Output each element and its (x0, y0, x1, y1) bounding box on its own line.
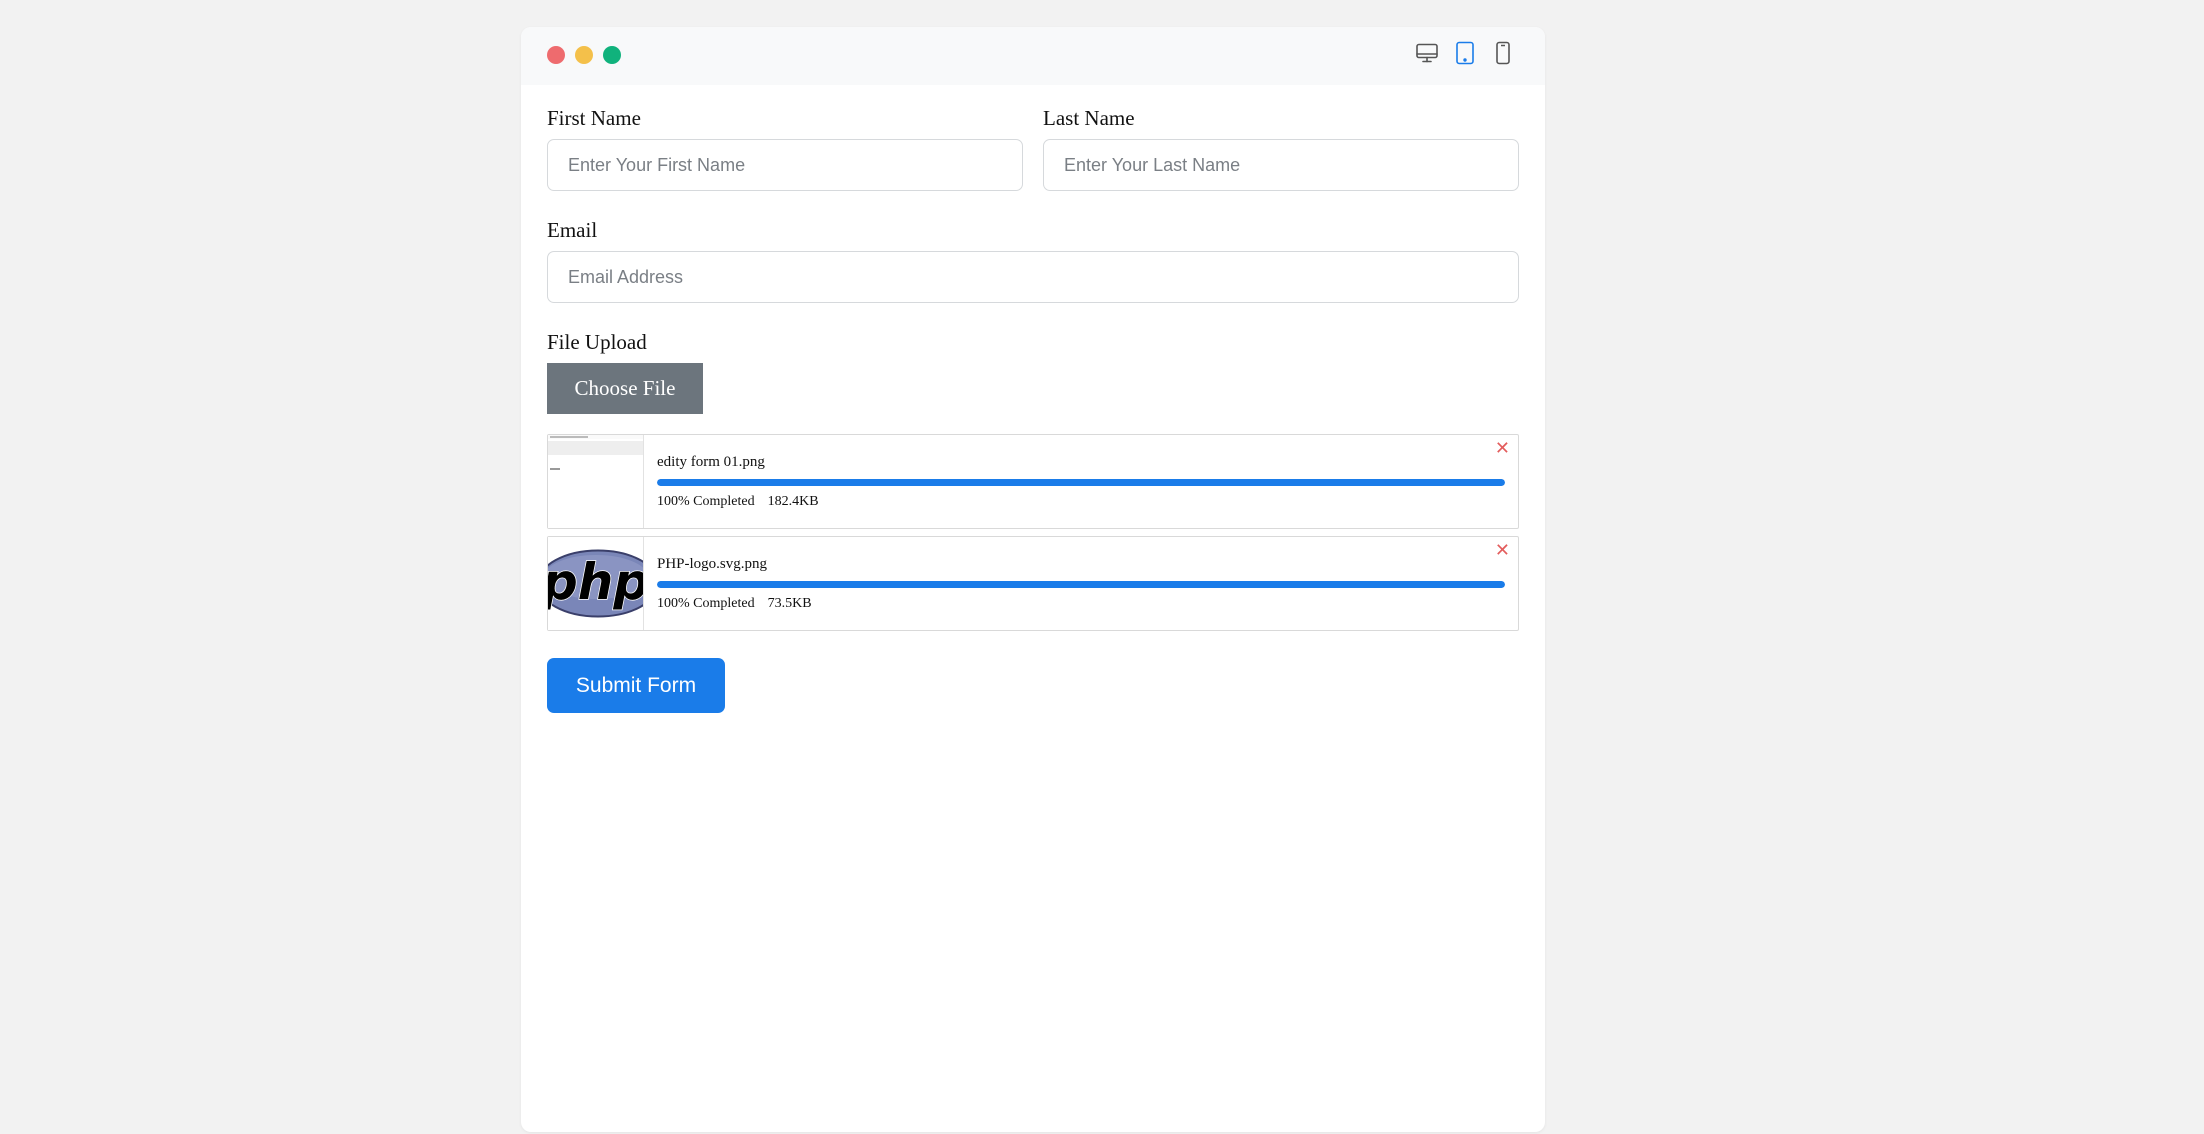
php-logo-thumbnail: php (548, 537, 644, 630)
upload-progress-bar (657, 479, 1505, 486)
submit-form-button[interactable]: Submit Form (547, 658, 725, 713)
upload-status: 100% Completed (657, 596, 755, 611)
remove-file-icon[interactable]: ✕ (1495, 541, 1510, 561)
mobile-icon[interactable] (1491, 41, 1515, 65)
name-row: First Name Last Name (547, 105, 1519, 191)
file-item: edity form 01.png 100% Completed 182.4KB … (547, 434, 1519, 529)
minimize-window-dot[interactable] (575, 46, 593, 64)
first-name-input[interactable] (547, 139, 1023, 191)
uploaded-files-list: edity form 01.png 100% Completed 182.4KB … (547, 434, 1519, 631)
file-upload-group: File Upload Choose File (547, 329, 1519, 414)
upload-progress-bar (657, 581, 1505, 588)
last-name-group: Last Name (1043, 105, 1519, 191)
device-view-switcher (1415, 41, 1515, 65)
file-upload-label: File Upload (547, 330, 647, 354)
file-size: 73.5KB (767, 596, 812, 611)
browser-window: First Name Last Name Email File Upload C… (521, 27, 1545, 1132)
window-titlebar (521, 27, 1545, 85)
file-name: edity form 01.png (657, 454, 765, 470)
file-meta: 100% Completed 182.4KB (657, 493, 1505, 510)
file-item: php PHP-logo.svg.png 100% Completed 73.5K… (547, 536, 1519, 631)
file-size: 182.4KB (767, 494, 819, 509)
last-name-input[interactable] (1043, 139, 1519, 191)
close-window-dot[interactable] (547, 46, 565, 64)
email-group: Email (547, 217, 1519, 303)
file-info: edity form 01.png 100% Completed 182.4KB (644, 435, 1518, 528)
first-name-label: First Name (547, 106, 641, 130)
php-logo-text: php (548, 553, 643, 611)
file-meta: 100% Completed 73.5KB (657, 595, 1505, 612)
email-label: Email (547, 218, 598, 242)
upload-progress-fill (657, 479, 1505, 486)
upload-status: 100% Completed (657, 494, 755, 509)
maximize-window-dot[interactable] (603, 46, 621, 64)
email-input[interactable] (547, 251, 1519, 303)
upload-progress-fill (657, 581, 1505, 588)
last-name-label: Last Name (1043, 106, 1135, 130)
form-container: First Name Last Name Email File Upload C… (521, 105, 1545, 713)
submit-group: Submit Form (547, 658, 1519, 713)
remove-file-icon[interactable]: ✕ (1495, 439, 1510, 459)
form-screenshot-thumbnail (548, 435, 644, 528)
desktop-icon[interactable] (1415, 41, 1439, 65)
file-name: PHP-logo.svg.png (657, 556, 768, 572)
file-info: PHP-logo.svg.png 100% Completed 73.5KB (644, 537, 1518, 630)
first-name-group: First Name (547, 105, 1023, 191)
choose-file-button[interactable]: Choose File (547, 363, 703, 414)
tablet-icon[interactable] (1453, 41, 1477, 65)
